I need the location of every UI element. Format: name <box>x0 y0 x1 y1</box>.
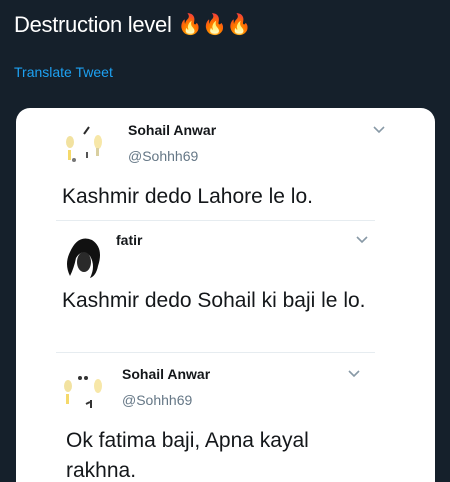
avatar[interactable] <box>60 366 110 416</box>
reply-item: fatir Kashmir dedo Sohail ki baji le lo. <box>16 220 435 352</box>
chevron-down-icon[interactable] <box>348 370 360 378</box>
reply-text: Kashmir dedo Sohail ki baji le lo. <box>62 289 366 312</box>
reply-item: Sohail Anwar @Sohhh69 Kashmir dedo Lahor… <box>16 108 435 220</box>
translate-tweet-link[interactable]: Translate Tweet <box>14 64 113 80</box>
fire-emoji: 🔥🔥🔥 <box>177 14 252 36</box>
tweet-text: Destruction level 🔥🔥🔥 <box>14 12 252 38</box>
chevron-down-icon[interactable] <box>373 126 385 134</box>
reply-item: Sohail Anwar @Sohhh69 Ok fatima baji, Ap… <box>16 352 435 482</box>
quoted-screenshot-card: Sohail Anwar @Sohhh69 Kashmir dedo Lahor… <box>16 108 435 482</box>
reply-author-name[interactable]: fatir <box>116 232 142 248</box>
reply-text: Ok fatima baji, Apna kayal rakhna. <box>66 429 309 482</box>
tweet-text-body: Destruction level <box>14 12 172 37</box>
reply-author-name[interactable]: Sohail Anwar <box>122 366 210 382</box>
reply-author-name[interactable]: Sohail Anwar <box>128 122 216 138</box>
reply-author-handle[interactable]: @Sohhh69 <box>122 392 192 408</box>
chevron-down-icon[interactable] <box>356 236 368 244</box>
reply-text: Kashmir dedo Lahore le lo. <box>62 185 313 208</box>
avatar[interactable] <box>60 232 110 282</box>
avatar[interactable] <box>62 122 112 172</box>
reply-author-handle[interactable]: @Sohhh69 <box>128 148 198 164</box>
